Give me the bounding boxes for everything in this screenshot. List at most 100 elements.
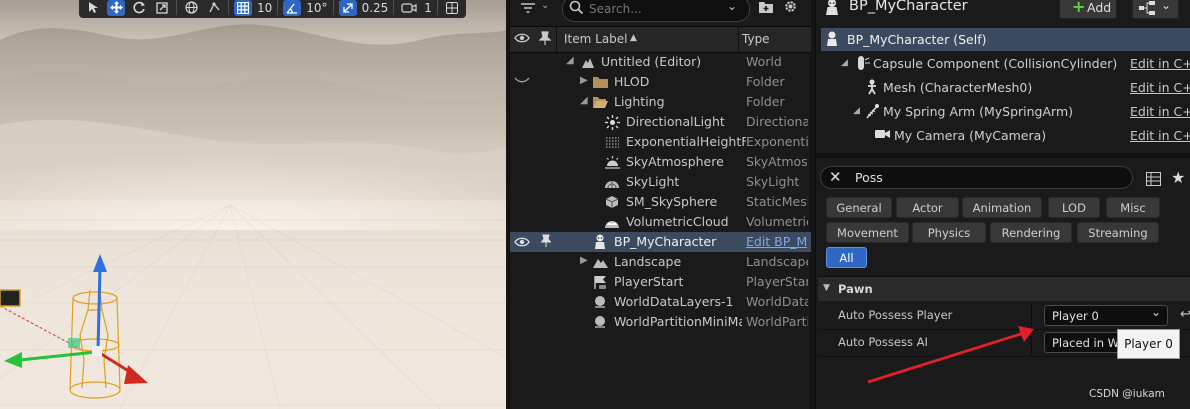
component-row-mesh[interactable]: Mesh (CharacterMesh0) Edit in C++ [821,76,1190,99]
category-button-actor[interactable]: Actor [896,197,959,218]
component-row-spring-arm[interactable]: ◢ My Spring Arm (MySpringArm) Edit in C+… [821,100,1190,123]
edit-blueprint-link[interactable]: Edit BP_MyCharacter [746,234,808,249]
scale-snap-value[interactable]: 0.25 [362,1,389,15]
tree-row-landscape[interactable]: ▶ Landscape Landscape [510,252,811,272]
select-mode-icon[interactable] [84,0,102,16]
actor-sphere-icon [592,294,608,310]
category-button-movement[interactable]: Movement [826,222,909,243]
reset-to-default-icon[interactable]: ↩ [1180,307,1190,322]
tree-row-directional-light[interactable]: DirectionalLight DirectionalLight [510,112,811,132]
tree-row-label: SkyAtmosphere [626,154,724,169]
type-column-header[interactable]: Type [742,32,770,46]
tree-row-type: WorldPartitionMiniMap [746,314,808,329]
search-options-chevron-icon[interactable]: ⌄ [727,0,737,13]
details-search-input[interactable]: Poss [855,170,883,185]
sort-ascending-icon[interactable]: ▲ [630,33,637,43]
edit-in-cpp-link[interactable]: Edit in C++ [1130,80,1190,95]
panel-splitter[interactable] [816,153,1190,158]
edit-in-cpp-link[interactable]: Edit in C++ [1130,128,1190,143]
tree-row-world-data-layers[interactable]: WorldDataLayers-1 WorldDataLayers [510,292,811,312]
visibility-eye-icon[interactable] [514,235,530,252]
category-button-lod[interactable]: LOD [1048,197,1100,218]
dropdown-value: Placed in World [1052,336,1124,350]
expand-arrow-icon[interactable]: ▶ [580,75,588,86]
tree-row-world-partition-minimap[interactable]: WorldPartitionMiniMap WorldPartitionMini… [510,312,811,332]
tree-row-volumetric-cloud[interactable]: VolumetricCloud VolumetricCloud [510,212,811,232]
add-component-button[interactable]: + Add [1059,0,1117,19]
category-button-rendering[interactable]: Rendering [990,222,1072,243]
scale-mode-icon[interactable] [153,0,171,16]
filter-dropdown-chevron-icon[interactable]: ⌄ [541,0,549,11]
grid-snap-value[interactable]: 10 [257,1,272,15]
grid-snap-icon[interactable] [234,0,252,16]
edit-in-cpp-link[interactable]: Edit in C++ [1130,56,1190,71]
collapse-arrow-icon[interactable]: ◢ [841,58,848,68]
character-icon [592,234,608,250]
surface-snap-icon[interactable] [205,0,223,16]
category-button-all[interactable]: All [826,247,867,268]
section-header-pawn[interactable]: ▼ Pawn [818,276,1190,301]
open-folder-icon [592,94,608,110]
outliner-search-input[interactable] [587,0,721,19]
tree-row-world[interactable]: ◢ Untitled (Editor) World [510,52,811,72]
category-button-misc[interactable]: Misc [1106,197,1160,218]
viewport-transform-toolbar: 10 10° 0.25 1 [79,0,466,18]
rotate-mode-icon[interactable] [130,0,148,16]
outliner-search-box[interactable]: ⌄ [562,0,750,22]
favorites-star-icon[interactable]: ★ [1171,168,1185,187]
auto-possess-ai-dropdown[interactable]: Placed in World [1044,332,1124,353]
collapse-arrow-icon[interactable]: ◢ [853,106,860,116]
world-space-icon[interactable] [182,0,200,16]
category-button-animation[interactable]: Animation [962,197,1042,218]
component-row-capsule[interactable]: ◢ Capsule Component (CollisionCylinder) … [821,52,1190,75]
level-viewport[interactable]: 10 10° 0.25 1 [0,0,506,409]
scale-snap-icon[interactable] [338,0,357,16]
translate-mode-icon[interactable] [107,0,125,16]
expand-arrow-icon[interactable]: ◢ [566,55,574,66]
settings-gear-icon[interactable] [783,0,798,18]
tree-row-sky-light[interactable]: SkyLight SkyLight [510,172,811,192]
tree-row-folder-hlod[interactable]: ▶ HLOD Folder [510,72,811,92]
category-button-general[interactable]: General [826,197,892,218]
rotation-snap-value[interactable]: 10° [306,1,327,15]
category-button-streaming[interactable]: Streaming [1077,222,1159,243]
visibility-column-eye-icon[interactable] [514,31,530,48]
pin-column-icon[interactable] [538,31,552,49]
rotation-snap-icon[interactable] [283,0,302,16]
hidden-eye-icon[interactable] [514,74,530,89]
filter-icon[interactable] [520,0,538,19]
player-start-flag-icon [592,274,608,290]
component-label: Mesh (CharacterMesh0) [883,80,1033,95]
edit-in-cpp-link[interactable]: Edit in C++ [1130,104,1190,119]
tree-row-sm-skysphere[interactable]: SM_SkySphere StaticMeshActor [510,192,811,212]
pin-icon[interactable] [540,234,552,251]
tree-row-sky-atmosphere[interactable]: SkyAtmosphere SkyAtmosphere [510,152,811,172]
tree-row-exponential-height-fog[interactable]: ExponentialHeightFog ExponentialHeightFo… [510,132,811,152]
camera-speed-icon[interactable] [399,0,419,16]
chevron-down-icon: ⌄ [1161,0,1172,12]
component-row-self[interactable]: BP_MyCharacter (Self) [821,28,1190,51]
collapse-arrow-icon[interactable]: ▼ [823,283,830,293]
character-transform-gizmo[interactable] [0,250,160,409]
item-label-column-header[interactable]: Item Label [564,32,628,46]
details-search-box[interactable]: ✕ Poss [820,166,1133,189]
add-folder-icon[interactable] [758,0,774,18]
auto-possess-player-dropdown[interactable]: Player 0 ⌄ [1044,305,1168,326]
component-row-camera[interactable]: My Camera (MyCamera) Edit in C++ [821,124,1190,147]
property-matrix-icon[interactable] [1146,171,1161,190]
tree-row-player-start[interactable]: PlayerStart PlayerStart [510,272,811,292]
add-button-label: Add [1087,0,1112,15]
tree-row-bp-mycharacter[interactable]: BP_MyCharacter Edit BP_MyCharacter [510,232,811,252]
tree-row-type: SkyAtmosphere [746,154,808,169]
expand-arrow-icon[interactable]: ◢ [580,95,588,106]
tree-row-folder-lighting[interactable]: ◢ Lighting Folder [510,92,811,112]
outliner-column-header: Item Label ▲ Type [510,26,811,53]
camera-speed-value[interactable]: 1 [424,1,432,15]
category-button-physics[interactable]: Physics [912,222,986,243]
expand-arrow-icon[interactable]: ▶ [580,255,588,266]
component-label: BP_MyCharacter (Self) [847,32,987,47]
viewport-layout-icon[interactable] [443,0,461,16]
blueprint-options-button[interactable]: ⌄ [1132,0,1179,19]
clear-search-icon[interactable]: ✕ [829,168,842,186]
tree-row-label: VolumetricCloud [626,214,729,229]
